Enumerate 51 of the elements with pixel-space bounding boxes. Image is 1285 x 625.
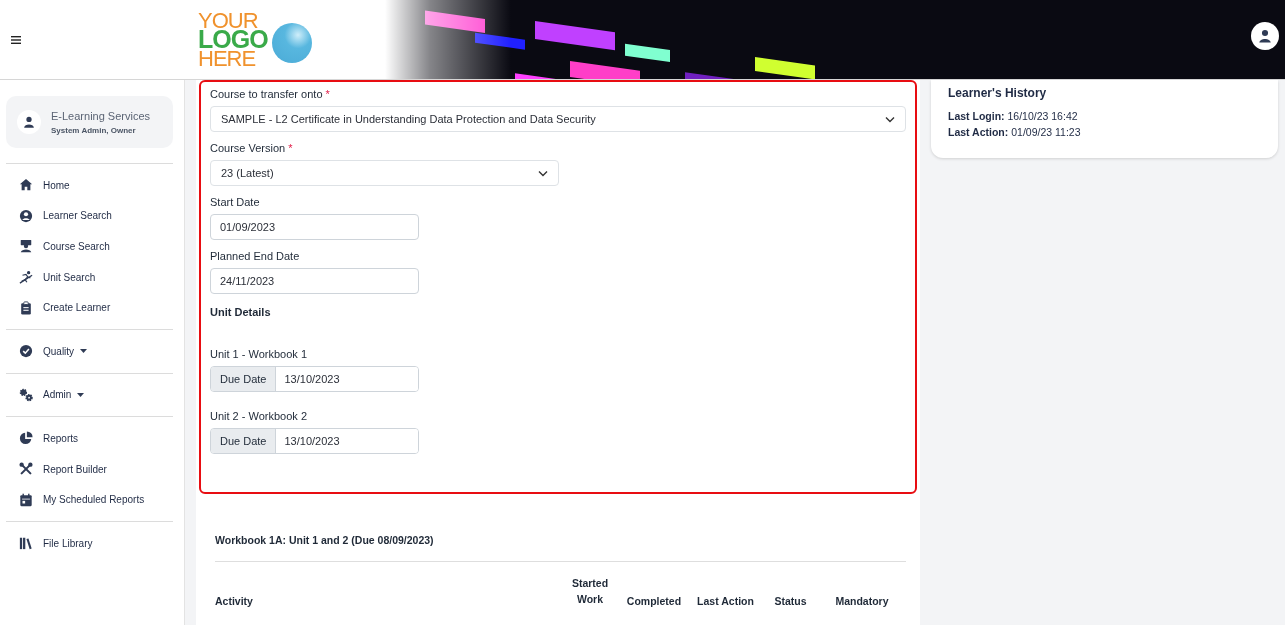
workbook-title: Workbook 1A: Unit 1 and 2 (Due 08/09/2023) [215,534,906,562]
unit-label: Unit 2 - Workbook 2 [210,410,308,422]
nav-item[interactable]: Unit Search [6,261,173,293]
column-header: Completed [625,595,683,607]
runner-icon [19,270,33,285]
books-icon [19,536,33,551]
chevron-down-icon [538,169,548,177]
unit-label: Unit 1 - Workbook 1 [210,348,308,360]
select-field[interactable]: SAMPLE - L2 Certificate in Understanding Data Protection and Data Security [210,106,906,132]
check-circle-icon [19,344,33,359]
field-label: Course to transfer onto * [210,88,331,100]
field-label: Course Version * [210,142,294,154]
home-icon [19,178,33,193]
column-header: Started Work [570,576,610,607]
due-date-field[interactable]: Due Date 13/10/2023 [210,366,419,392]
nav-item[interactable]: My Scheduled Reports [6,484,173,515]
select-field[interactable]: 23 (Latest) [210,160,559,186]
section-title: Unit Details [210,306,272,318]
history-line: Last Action: 01/09/23 11:23 [948,125,1082,140]
card-title: Learner's History [948,86,1048,100]
column-header: Mandatory [834,595,890,607]
nav-item[interactable]: Reports [6,423,173,454]
clipboard-icon [19,300,33,315]
due-date-field[interactable]: Due Date 13/10/2023 [210,428,419,454]
gears-icon [19,387,33,402]
user-icon [1258,29,1272,43]
column-header: Last Action [696,595,755,607]
nav-item[interactable]: Create Learner [6,292,173,323]
column-header: Status [773,595,808,607]
calendar-icon [19,492,33,507]
chevron-down-icon [885,115,895,123]
tools-icon [19,462,33,477]
nav-item[interactable]: Learner Search [6,200,173,232]
nav-item[interactable]: Admin [6,379,173,411]
nav-item[interactable]: File Library [6,527,173,559]
user-circle-icon [19,208,33,223]
nav-item[interactable]: Report Builder [6,453,173,485]
user-icon [23,116,35,128]
profile-name: E-Learning Services [51,109,151,122]
date-field[interactable]: 24/11/2023 [210,268,419,294]
pie-icon [19,431,33,446]
nav-item[interactable]: Home [6,170,173,201]
date-field[interactable]: 01/09/2023 [210,214,419,240]
logo: YOUR LOGO HERE [198,2,316,77]
nav-item[interactable]: Quality [6,335,173,367]
column-header: Activity [215,595,254,607]
history-line: Last Login: 16/10/23 16:42 [948,109,1079,124]
field-label: Planned End Date [210,250,301,262]
nav-item[interactable]: Course Search [6,231,173,262]
profile-role: System Admin, Owner [51,125,137,135]
field-label: Start Date [210,196,261,208]
